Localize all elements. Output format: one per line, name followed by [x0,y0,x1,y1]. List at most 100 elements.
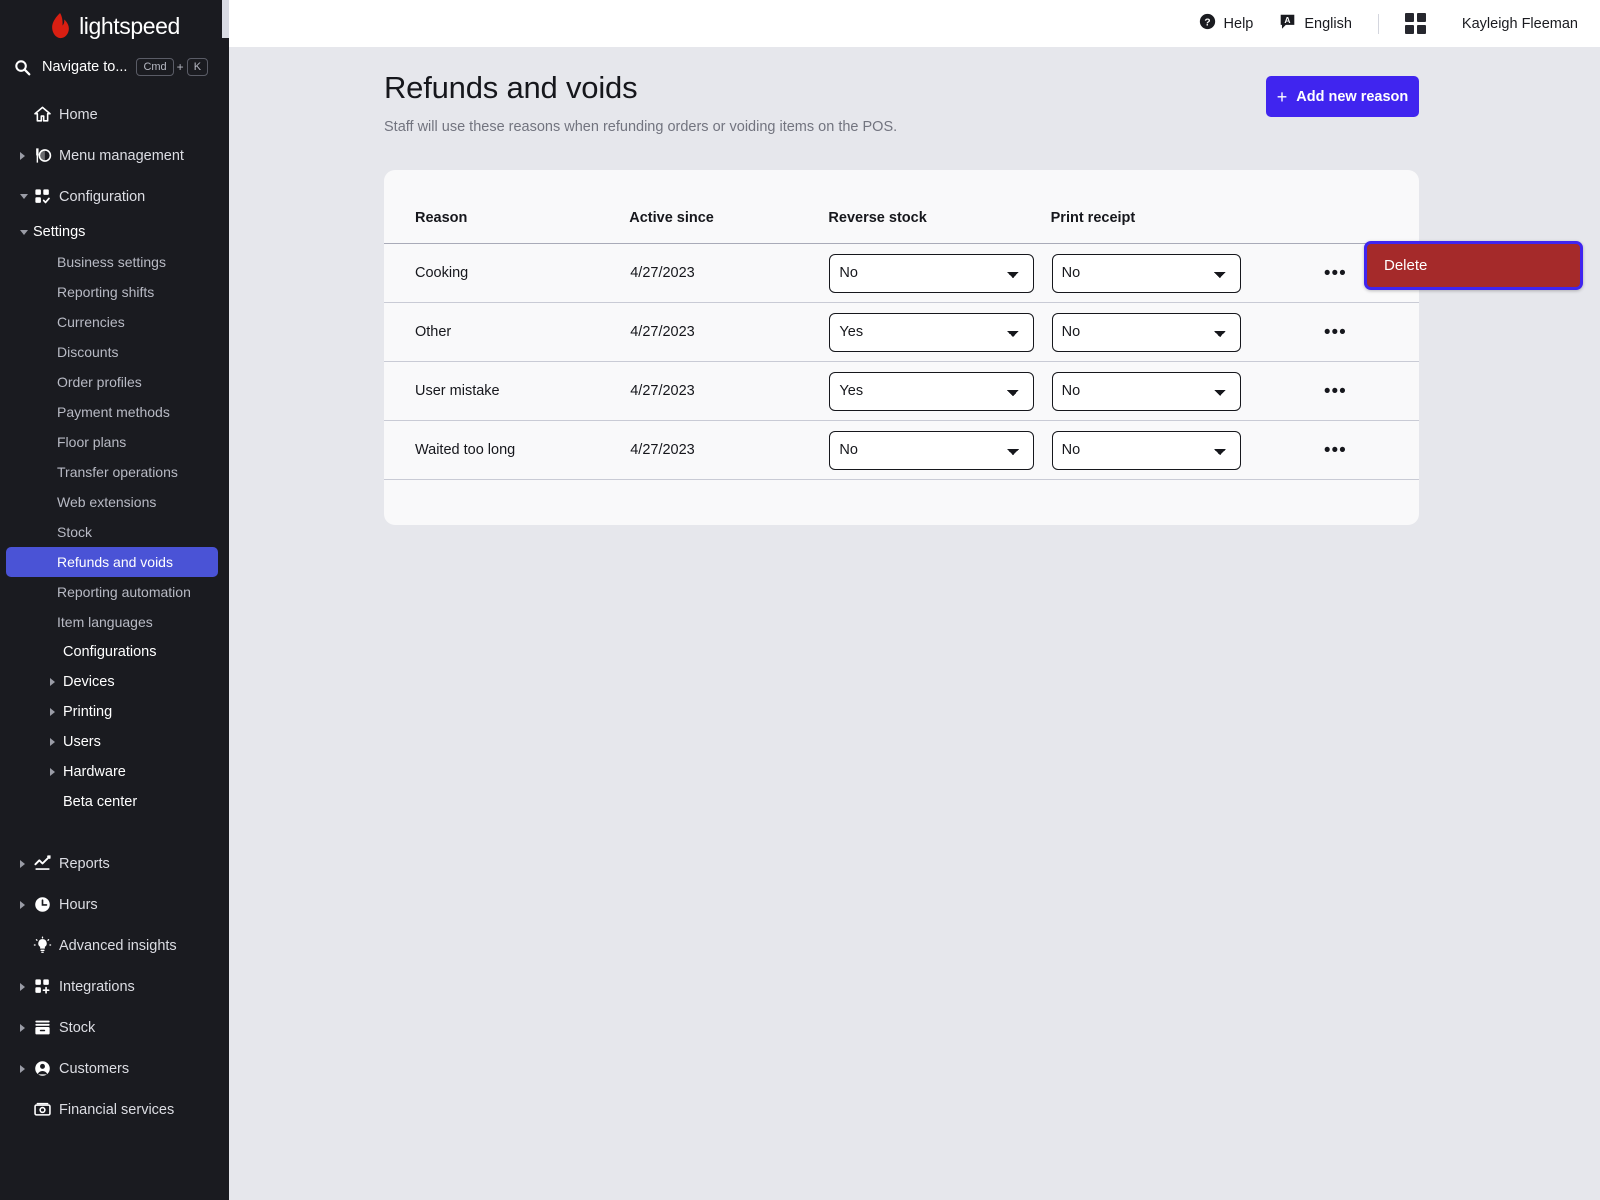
brand-logo[interactable]: lightspeed [0,0,229,48]
lightbulb-icon [33,936,59,955]
sidebar-item-currencies[interactable]: Currencies [6,307,218,337]
sidebar-item-configuration[interactable]: Configuration [6,176,218,217]
chevron-right-icon[interactable] [50,678,63,686]
sidebar-item-floor-plans[interactable]: Floor plans [6,427,218,457]
row-context-menu-delete[interactable]: Delete [1364,241,1583,290]
sidebar-item-label: Users [63,734,101,750]
column-header-reason: Reason [384,170,630,244]
sidebar-item-label: Customers [59,1060,130,1077]
sidebar-item-financial-services[interactable]: Financial services [6,1089,218,1130]
table-row: Cooking4/27/2023YesNoYesNo••• [384,243,1419,303]
apps-grid-cell [1404,25,1414,34]
apps-grid-icon[interactable] [1404,13,1426,34]
sidebar-scrollbar[interactable] [222,0,229,1200]
sidebar-item-label: Home [59,106,98,123]
main-content: Refunds and voids Staff will use these r… [229,48,1600,1200]
sidebar-item-customers[interactable]: Customers [6,1048,218,1089]
sidebar-item-web-extensions[interactable]: Web extensions [6,487,218,517]
sidebar-item-configurations[interactable]: Configurations [6,637,218,667]
sidebar-item-menu-management[interactable]: Menu management [6,135,218,176]
kbd-cmd: Cmd [136,57,174,77]
sidebar-item-devices[interactable]: Devices [6,667,218,697]
sidebar-item-hardware[interactable]: Hardware [6,757,218,787]
cell-active-since: 4/27/2023 [629,302,829,362]
sidebar-item-discounts[interactable]: Discounts [6,337,218,367]
row-actions-ellipsis-icon[interactable]: ••• [1324,382,1347,401]
chevron-right-icon[interactable] [20,1023,33,1032]
chevron-right-icon[interactable] [50,708,63,716]
sidebar-item-beta-center[interactable]: Beta center [6,787,218,817]
sidebar-item-hours[interactable]: Hours [6,884,218,925]
row-actions-ellipsis-icon[interactable]: ••• [1324,264,1347,283]
table-header-row: Reason Active since Reverse stock Print … [384,170,1419,244]
chevron-right-icon[interactable] [20,151,33,160]
menu-management-icon [33,146,59,165]
customer-person-icon [33,1059,59,1078]
sidebar-scrollbar-thumb[interactable] [222,38,229,1200]
sidebar-item-item-languages[interactable]: Item languages [6,607,218,637]
chevron-right-icon[interactable] [50,738,63,746]
sidebar-item-stock[interactable]: Stock [6,517,218,547]
stock-box-icon [33,1018,59,1037]
table-head: Reason Active since Reverse stock Print … [384,170,1419,244]
reverse-stock-select[interactable]: YesNo [829,430,1035,470]
reports-chart-icon [33,854,59,873]
page-title: Refunds and voids [384,70,638,105]
sidebar-item-transfer-operations[interactable]: Transfer operations [6,457,218,487]
sidebar-item-advanced-insights[interactable]: Advanced insights [6,925,218,966]
add-new-reason-label: Add new reason [1296,88,1409,105]
print-receipt-select[interactable]: YesNo [1051,430,1241,470]
sidebar-item-label: Advanced insights [59,937,177,954]
chevron-right-icon[interactable] [20,859,33,868]
language-label: English [1304,15,1352,32]
chevron-right-icon[interactable] [20,900,33,909]
chevron-down-icon[interactable] [20,194,33,199]
topbar: ? Help A English Kayleigh Fleeman [229,0,1600,48]
sidebar-item-order-profiles[interactable]: Order profiles [6,367,218,397]
sidebar-item-label: Configurations [63,644,157,660]
reverse-stock-select[interactable]: YesNo [829,253,1035,293]
sidebar-item-home[interactable]: Home [6,94,218,135]
sidebar-item-label: Beta center [63,794,138,810]
chevron-right-icon[interactable] [50,768,63,776]
sidebar-item-users[interactable]: Users [6,727,218,757]
user-menu[interactable]: Kayleigh Fleeman [1462,16,1578,32]
sidebar-item-printing[interactable]: Printing [6,697,218,727]
sidebar-item-integrations[interactable]: Integrations [6,966,218,1007]
page-subtitle: Staff will use these reasons when refund… [384,119,898,135]
chevron-down-icon[interactable] [20,229,33,235]
navigate-label: Navigate to... [42,59,128,75]
print-receipt-select[interactable]: YesNo [1051,371,1241,411]
plus-icon: + [1276,86,1288,107]
add-new-reason-button[interactable]: + Add new reason [1266,76,1419,117]
sidebar-item-business-settings[interactable]: Business settings [6,247,218,277]
print-receipt-select[interactable]: YesNo [1051,312,1241,352]
chevron-right-icon[interactable] [20,982,33,991]
money-icon [33,1100,59,1119]
cell-reason: Waited too long [384,420,630,480]
column-header-print-receipt: Print receipt [1050,170,1323,244]
sidebar-item-stock[interactable]: Stock [6,1007,218,1048]
sidebar-item-settings[interactable]: Settings [6,217,218,247]
reverse-stock-select[interactable]: YesNo [829,371,1035,411]
language-button[interactable]: A English [1279,13,1352,35]
sidebar-item-reports[interactable]: Reports [6,843,218,884]
sidebar-item-payment-methods[interactable]: Payment methods [6,397,218,427]
column-header-reverse-stock: Reverse stock [828,170,1051,244]
reverse-stock-select[interactable]: YesNo [829,312,1035,352]
navigate-search[interactable]: Navigate to... Cmd + K [0,50,229,84]
sidebar-item-reporting-shifts[interactable]: Reporting shifts [6,277,218,307]
row-actions-ellipsis-icon[interactable]: ••• [1324,441,1347,460]
help-label: Help [1223,15,1254,32]
row-actions-ellipsis-icon[interactable]: ••• [1324,323,1347,342]
sidebar-item-label: Transfer operations [57,464,178,480]
sidebar-item-reporting-automation[interactable]: Reporting automation [6,577,218,607]
svg-text:A: A [1285,15,1291,25]
table-body: Cooking4/27/2023YesNoYesNo•••Other4/27/2… [384,243,1419,480]
apps-grid-cell [1416,25,1426,34]
svg-text:?: ? [1204,17,1210,28]
print-receipt-select[interactable]: YesNo [1051,253,1241,293]
help-button[interactable]: ? Help [1199,13,1254,35]
sidebar-item-refunds-and-voids[interactable]: Refunds and voids [6,547,218,577]
chevron-right-icon[interactable] [20,1064,33,1073]
